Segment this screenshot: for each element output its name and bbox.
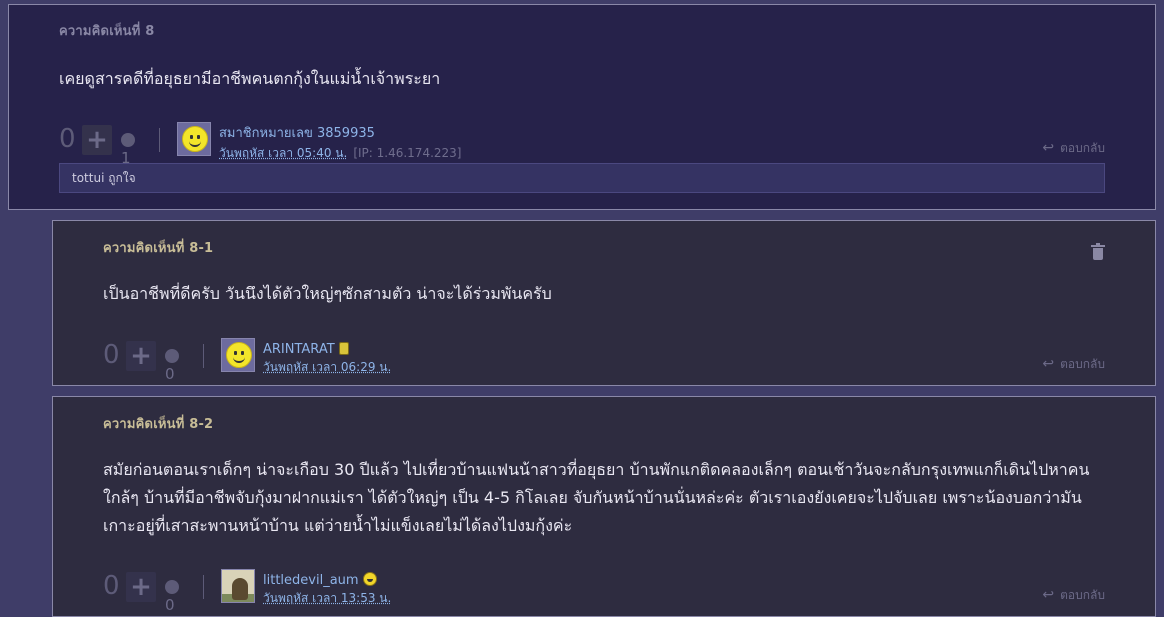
user-info: ARINTARAT วันพฤหัส เวลา 06:29 น.: [263, 338, 391, 377]
emotion-icon: [165, 349, 179, 363]
emotion-icon: [121, 133, 135, 147]
reply-arrow-icon: ↩: [1042, 356, 1055, 372]
user-info: สมาชิกหมายเลข 3859935 วันพฤหัส เวลา 05:4…: [219, 122, 461, 163]
username-link[interactable]: littledevil_aum: [263, 573, 359, 588]
plus-vote-button[interactable]: +: [82, 125, 112, 155]
emotion-icon: [165, 580, 179, 594]
emotion-button[interactable]: 1: [121, 131, 138, 167]
divider: [203, 344, 204, 368]
ip-address: [IP: 1.46.174.223]: [353, 146, 462, 160]
reply-arrow-icon: ↩: [1042, 140, 1055, 156]
vote-count: 0: [103, 340, 120, 370]
reply-arrow-icon: ↩: [1042, 587, 1055, 603]
emotion-button[interactable]: 0: [165, 578, 182, 614]
reaction-bar: tottui ถูกใจ: [59, 163, 1105, 193]
emotion-count: 0: [165, 596, 175, 614]
comment-label: ความคิดเห็นที่ 8: [59, 24, 155, 39]
reply-label: ตอบกลับ: [1060, 588, 1105, 602]
comment-text: เป็นอาชีพที่ดีครับ วันนึงได้ตัวใหญ่ๆซักส…: [103, 284, 552, 303]
phone-badge-icon: [338, 342, 349, 355]
comment-card-8-2: ความคิดเห็นที่ 8-2 สมัยก่อนตอนเราเด็กๆ น…: [52, 396, 1156, 617]
username-link[interactable]: สมาชิกหมายเลข 3859935: [219, 126, 375, 141]
smiley-avatar-icon[interactable]: [177, 122, 211, 156]
reply-label: ตอบกลับ: [1060, 141, 1105, 155]
comment-text: เคยดูสารคดีที่อยุธยามีอาชีพคนตกกุ้งในแม่…: [59, 69, 441, 88]
trash-icon[interactable]: [1091, 243, 1105, 260]
reply-button[interactable]: ↩ ตอบกลับ: [1042, 586, 1105, 605]
plus-vote-button[interactable]: +: [126, 572, 156, 602]
laugh-badge-icon: [362, 572, 377, 586]
reply-button[interactable]: ↩ ตอบกลับ: [1042, 355, 1105, 374]
user-info: littledevil_aum วันพฤหัส เวลา 13:53 น.: [263, 569, 391, 608]
reply-button[interactable]: ↩ ตอบกลับ: [1042, 139, 1105, 158]
comment-label: ความคิดเห็นที่ 8-2: [103, 417, 214, 432]
username-link[interactable]: ARINTARAT: [263, 342, 335, 357]
divider: [159, 128, 160, 152]
divider: [203, 575, 204, 599]
photo-avatar-icon[interactable]: [221, 569, 255, 603]
post-date[interactable]: วันพฤหัส เวลา 06:29 น.: [263, 360, 391, 374]
comment-label: ความคิดเห็นที่ 8-1: [103, 241, 214, 256]
post-date[interactable]: วันพฤหัส เวลา 13:53 น.: [263, 591, 391, 605]
emotion-count: 0: [165, 365, 175, 383]
comment-card-8: ความคิดเห็นที่ 8 เคยดูสารคดีที่อยุธยามีอ…: [8, 4, 1156, 210]
reply-label: ตอบกลับ: [1060, 357, 1105, 371]
plus-vote-button[interactable]: +: [126, 341, 156, 371]
smiley-avatar-icon[interactable]: [221, 338, 255, 372]
post-date[interactable]: วันพฤหัส เวลา 05:40 น.: [219, 146, 347, 160]
vote-count: 0: [103, 571, 120, 601]
comment-text: สมัยก่อนตอนเราเด็กๆ น่าจะเกือบ 30 ปีแล้ว…: [103, 460, 1090, 535]
vote-count: 0: [59, 124, 76, 154]
comment-card-8-1: ความคิดเห็นที่ 8-1 เป็นอาชีพที่ดีครับ วั…: [52, 220, 1156, 386]
emotion-button[interactable]: 0: [165, 347, 182, 383]
